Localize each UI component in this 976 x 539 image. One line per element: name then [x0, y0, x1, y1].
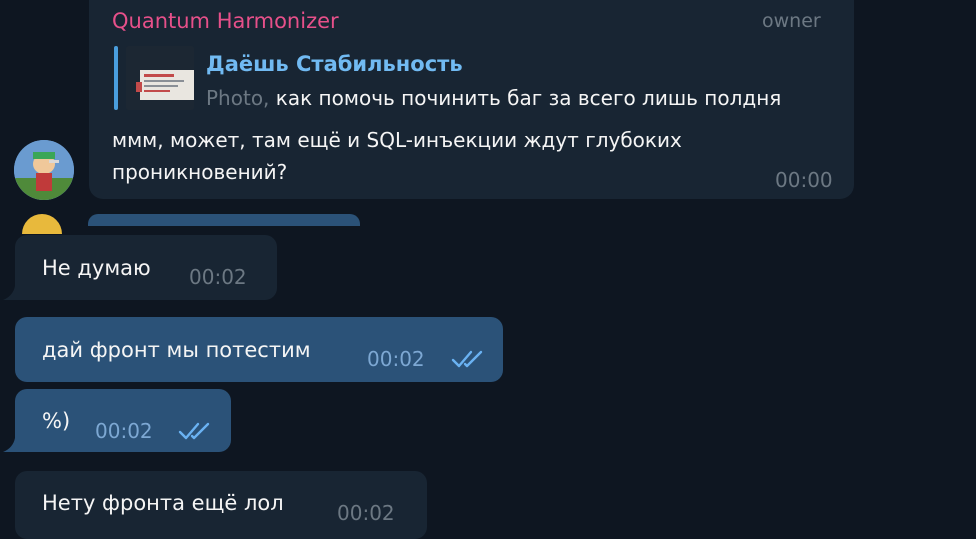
- message-time: 00:02: [189, 265, 247, 289]
- role-badge: owner: [762, 10, 821, 32]
- message-text: дай фронт мы потестим: [42, 338, 311, 362]
- reply-photo-thumbnail[interactable]: [126, 46, 194, 110]
- message-time: 00:02: [367, 347, 425, 371]
- bubble-tail: [3, 286, 15, 300]
- avatar-image-icon: [14, 140, 74, 200]
- reply-preview-text: как помочь починить баг за всего лишь по…: [275, 86, 782, 110]
- reply-media-label: Photo,: [206, 86, 270, 110]
- message-bubble-partial: [88, 214, 360, 226]
- reply-author[interactable]: Даёшь Стабильность: [206, 52, 463, 76]
- message-time: 00:02: [95, 419, 153, 443]
- photo-preview-icon: [126, 46, 194, 110]
- message-text: Нету фронта ещё лол: [42, 491, 284, 515]
- message-time: 00:02: [337, 501, 395, 525]
- message-text: ммм, может, там ещё и SQL-инъекции ждут …: [112, 128, 682, 184]
- bubble-tail: [3, 438, 15, 452]
- double-check-icon: [451, 348, 487, 370]
- reply-preview[interactable]: Photo, как помочь починить баг за всего …: [206, 86, 781, 110]
- user-avatar-partial[interactable]: [22, 214, 62, 234]
- message-text: %): [42, 409, 71, 433]
- sender-name[interactable]: Quantum Harmonizer: [112, 9, 339, 33]
- message-text: Не думаю: [42, 256, 151, 280]
- reply-accent-bar: [114, 46, 118, 110]
- message-time: 00:00: [775, 168, 833, 192]
- double-check-icon: [178, 420, 214, 442]
- user-avatar[interactable]: [14, 140, 74, 200]
